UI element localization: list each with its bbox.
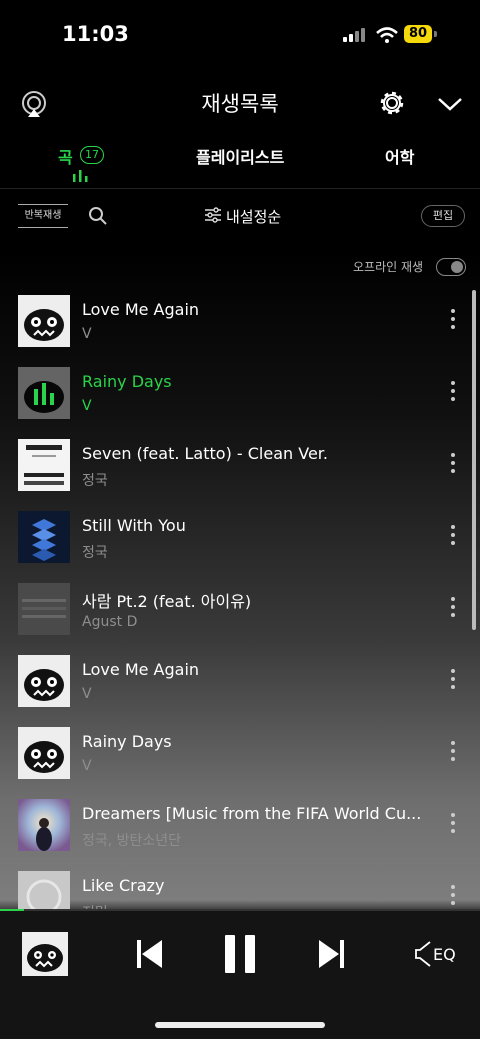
- tab-language[interactable]: 어학: [385, 144, 414, 168]
- album-art-still-with-you: [18, 511, 70, 563]
- album-art-seven: [18, 439, 70, 491]
- home-indicator[interactable]: [155, 1022, 325, 1028]
- tab-songs[interactable]: 곡: [58, 144, 73, 168]
- track-title: Dreamers [Music from the FIFA World Cu..…: [82, 804, 422, 823]
- more-options-icon[interactable]: [450, 381, 456, 407]
- track-row[interactable]: 사람 Pt.2 (feat. 아이유) Agust D: [0, 583, 480, 655]
- tab-divider: [0, 188, 480, 189]
- track-artist: V: [82, 398, 92, 414]
- toggle-knob: [451, 261, 463, 273]
- album-art-love-me-again: [18, 655, 70, 707]
- equalizer-bars-icon: [73, 170, 88, 182]
- status-time: 11:03: [62, 22, 129, 46]
- track-artist: V: [82, 758, 92, 774]
- track-artist: V: [82, 686, 92, 702]
- playback-progress-bar[interactable]: [0, 909, 480, 911]
- track-artist: V: [82, 326, 92, 342]
- more-options-icon[interactable]: [450, 309, 456, 335]
- more-options-icon[interactable]: [450, 453, 456, 479]
- more-options-icon[interactable]: [450, 813, 456, 839]
- edit-button[interactable]: 편집: [421, 205, 465, 227]
- more-options-icon[interactable]: [450, 525, 456, 551]
- more-options-icon[interactable]: [450, 885, 456, 909]
- track-row[interactable]: Love Me Again V: [0, 295, 480, 367]
- previous-track-icon[interactable]: [136, 938, 164, 970]
- track-title: Like Crazy: [82, 876, 165, 895]
- search-icon[interactable]: [88, 206, 108, 226]
- repeat-button[interactable]: 반복재생: [18, 204, 68, 228]
- track-title: Love Me Again: [82, 300, 200, 319]
- track-title: Rainy Days: [82, 372, 172, 391]
- track-row[interactable]: Like Crazy 지민: [0, 871, 480, 909]
- more-options-icon[interactable]: [450, 597, 456, 623]
- album-art-dreamers: [18, 799, 70, 851]
- pause-icon[interactable]: [223, 934, 257, 974]
- gear-icon[interactable]: [378, 89, 406, 117]
- track-title: 사람 Pt.2 (feat. 아이유): [82, 592, 252, 611]
- playback-progress-fill: [0, 909, 24, 911]
- equalizer-speaker-icon[interactable]: [414, 940, 434, 968]
- next-track-icon[interactable]: [317, 938, 345, 970]
- track-row[interactable]: Seven (feat. Latto) - Clean Ver. 정국: [0, 439, 480, 511]
- battery-tip: [434, 31, 437, 37]
- tab-playlists[interactable]: 플레이리스트: [196, 144, 284, 168]
- battery-icon: 80: [404, 25, 432, 43]
- track-artist: 정국, 방탄소년단: [82, 833, 182, 849]
- track-row[interactable]: Rainy Days V: [0, 727, 480, 799]
- album-art-like-crazy: [18, 871, 70, 909]
- album-art-rainy-days: [18, 367, 70, 419]
- mini-player: [0, 910, 480, 1039]
- track-row[interactable]: Still With You 정국: [0, 511, 480, 583]
- now-playing-art[interactable]: [22, 932, 68, 976]
- track-title: Rainy Days: [82, 732, 172, 751]
- chevron-down-icon[interactable]: [437, 96, 463, 112]
- album-art-rainy-days: [18, 727, 70, 779]
- track-title: Love Me Again: [82, 660, 200, 679]
- track-row[interactable]: Dreamers [Music from the FIFA World Cu..…: [0, 799, 480, 871]
- offline-play-label: 오프라인 재생: [353, 260, 424, 274]
- tab-songs-count-badge: 17: [80, 146, 104, 164]
- list-scrollbar[interactable]: [472, 290, 476, 630]
- track-title: Seven (feat. Latto) - Clean Ver.: [82, 444, 328, 463]
- wifi-icon: [376, 27, 398, 43]
- tab-songs-label: 곡: [58, 148, 73, 167]
- sort-button[interactable]: 내설정순: [226, 206, 281, 227]
- track-title: Still With You: [82, 516, 186, 535]
- track-row-now-playing[interactable]: Rainy Days V: [0, 367, 480, 439]
- track-artist: Agust D: [82, 614, 138, 630]
- album-art-love-me-again: [18, 295, 70, 347]
- track-artist: 지민: [82, 902, 108, 909]
- more-options-icon[interactable]: [450, 669, 456, 695]
- sort-filter-icon[interactable]: [204, 207, 222, 223]
- page-title: 재생목록: [201, 92, 279, 116]
- offline-play-toggle[interactable]: [436, 258, 466, 276]
- more-options-icon[interactable]: [450, 741, 456, 767]
- track-artist: 정국: [82, 545, 108, 561]
- album-art-people-pt2: [18, 583, 70, 635]
- track-artist: 정국: [82, 473, 108, 489]
- signal-icon: [343, 28, 365, 42]
- track-row[interactable]: Love Me Again V: [0, 655, 480, 727]
- equalizer-button[interactable]: EQ: [433, 945, 456, 964]
